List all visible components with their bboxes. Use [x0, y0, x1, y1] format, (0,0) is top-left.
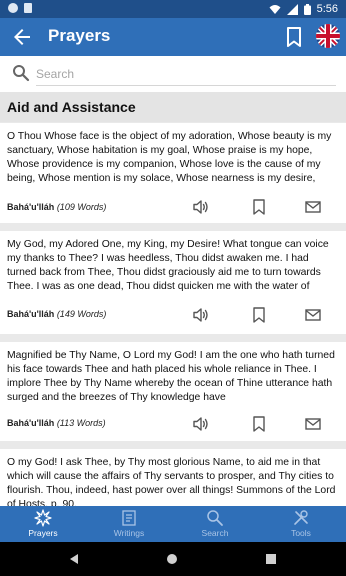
prayer-author: Bahá'u'lláh	[7, 418, 55, 428]
email-icon[interactable]	[304, 198, 322, 216]
nav-item-writings[interactable]: Writings	[86, 506, 172, 542]
prayer-card[interactable]: My God, my Adored One, my King, my Desir…	[0, 231, 346, 334]
language-flag-icon[interactable]	[316, 24, 340, 48]
search-icon	[207, 510, 223, 526]
section-header: Aid and Assistance	[0, 92, 346, 122]
prayer-author: Bahá'u'lláh	[7, 202, 55, 212]
tools-icon	[294, 510, 308, 525]
battery-icon	[303, 3, 311, 15]
clock: 5:56	[316, 3, 338, 15]
word-count: (149 Words)	[56, 309, 107, 319]
status-bar: 5:56	[0, 0, 346, 18]
book-icon	[122, 510, 136, 526]
bookmark-icon[interactable]	[250, 415, 268, 433]
prayer-card[interactable]: Magnified be Thy Name, O Lord my God! I …	[0, 342, 346, 441]
prayer-attribution: Bahá'u'lláh (109 Words)	[7, 202, 106, 212]
nav-item-tools[interactable]: Tools	[258, 506, 344, 542]
bookmark-icon[interactable]	[250, 306, 268, 324]
search-icon	[13, 65, 30, 82]
bookmark-icon[interactable]	[284, 25, 304, 49]
prayer-card[interactable]: O Thou Whose face is the object of my ad…	[0, 123, 346, 223]
email-icon[interactable]	[304, 306, 322, 324]
prayer-text[interactable]: O Thou Whose face is the object of my ad…	[7, 130, 341, 186]
prayers-star-icon	[34, 509, 52, 527]
system-navigation-bar	[0, 542, 346, 576]
page-title: Prayers	[48, 26, 111, 45]
recents-square-icon[interactable]	[265, 553, 277, 565]
back-triangle-icon[interactable]	[68, 553, 80, 565]
prayer-text[interactable]: Magnified be Thy Name, O Lord my God! I …	[7, 349, 341, 405]
nav-label-search: Search	[201, 528, 229, 538]
nav-item-search[interactable]: Search	[172, 506, 258, 542]
speaker-icon[interactable]	[192, 415, 210, 433]
prayer-card[interactable]: O my God! I ask Thee, by Thy most glorio…	[0, 449, 346, 506]
app-bar: Prayers	[0, 18, 346, 56]
sim-icon	[24, 3, 32, 13]
bookmark-icon[interactable]	[250, 198, 268, 216]
speaker-icon[interactable]	[192, 198, 210, 216]
prayer-author: Bahá'u'lláh	[7, 309, 55, 319]
prayer-attribution: Bahá'u'lláh (149 Words)	[7, 309, 106, 319]
notification-icon	[8, 3, 18, 13]
nav-item-prayers[interactable]: Prayers	[0, 506, 86, 542]
system-icons: 5:56	[269, 3, 338, 15]
search-bar	[0, 56, 346, 92]
email-icon[interactable]	[304, 415, 322, 433]
prayer-attribution: Bahá'u'lláh (113 Words)	[7, 418, 106, 428]
home-circle-icon[interactable]	[166, 553, 178, 565]
word-count: (109 Words)	[56, 202, 107, 212]
prayer-text[interactable]: My God, my Adored One, my King, my Desir…	[7, 238, 341, 294]
word-count: (113 Words)	[56, 418, 106, 428]
notification-icons	[8, 3, 32, 13]
bottom-navigation: Prayers Writings Search Tools	[0, 506, 346, 542]
section-title: Aid and Assistance	[7, 99, 136, 115]
wifi-icon	[269, 4, 281, 14]
nav-label-writings: Writings	[113, 528, 145, 538]
prayer-text[interactable]: O my God! I ask Thee, by Thy most glorio…	[7, 456, 341, 506]
back-arrow-icon[interactable]	[10, 25, 34, 49]
speaker-icon[interactable]	[192, 306, 210, 324]
nav-label-tools: Tools	[291, 528, 311, 538]
signal-icon	[286, 3, 298, 15]
nav-label-prayers: Prayers	[28, 528, 58, 538]
search-input[interactable]	[36, 62, 336, 86]
